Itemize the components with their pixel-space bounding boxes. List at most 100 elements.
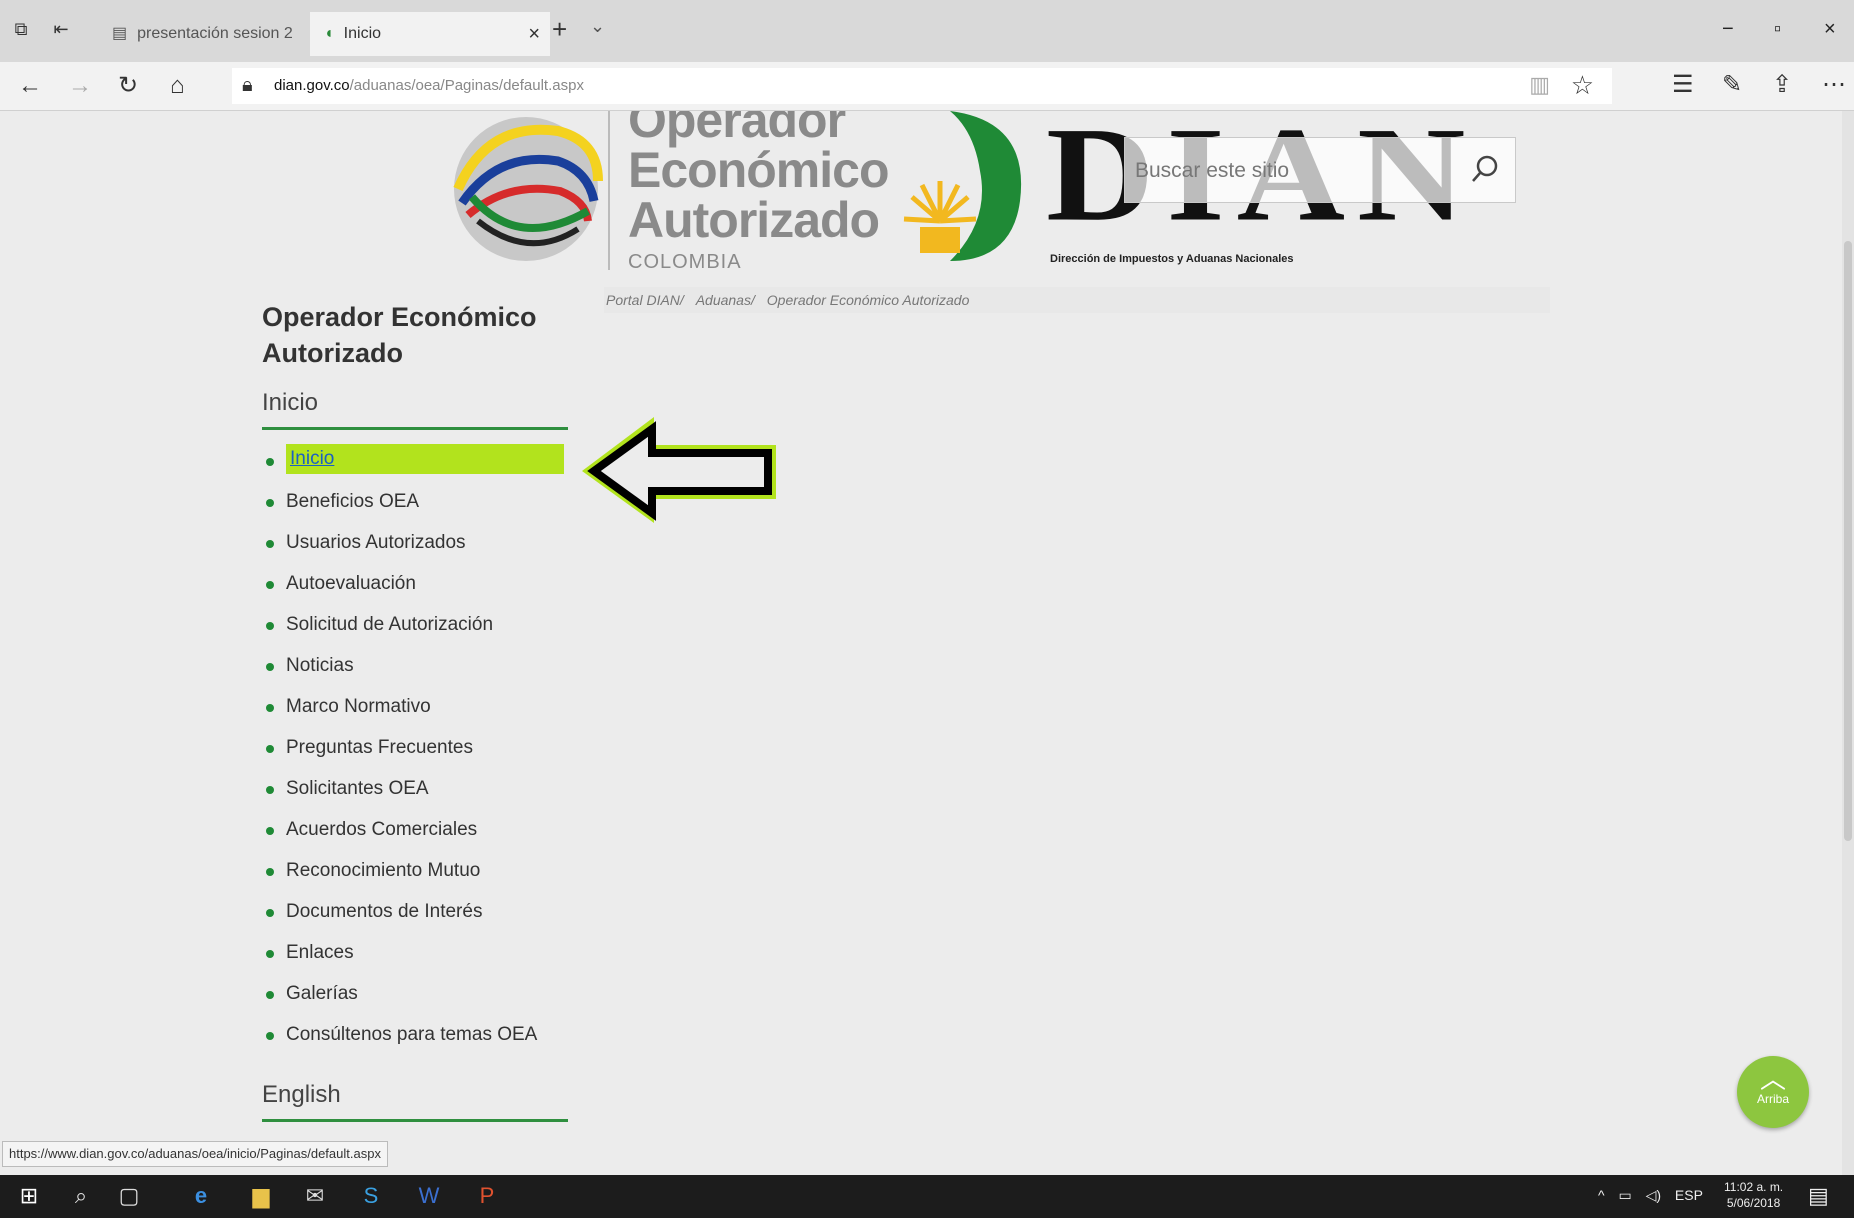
site-title[interactable]: Operador Económico Autorizado bbox=[262, 299, 572, 371]
breadcrumb-current: Operador Económico Autorizado bbox=[766, 292, 970, 308]
favorites-hub-icon[interactable]: ☰ bbox=[1672, 70, 1694, 99]
url-domain: dian.gov.co bbox=[274, 77, 350, 94]
nav-item-solicitantes[interactable]: Solicitantes OEA bbox=[262, 772, 572, 813]
nav-item-label[interactable]: Inicio bbox=[286, 444, 564, 474]
url-path: /aduanas/oea/Paginas/default.aspx bbox=[349, 77, 584, 94]
nav-item-autoevaluacion[interactable]: Autoevaluación bbox=[262, 567, 572, 608]
bullet bbox=[266, 991, 274, 999]
nav-item-label[interactable]: Solicitantes OEA bbox=[286, 778, 429, 799]
tabs-aside-icon[interactable]: ⇤ bbox=[50, 18, 72, 40]
search-input[interactable] bbox=[1133, 152, 1457, 190]
nav-item-noticias[interactable]: Noticias bbox=[262, 649, 572, 690]
search-icon[interactable] bbox=[1465, 148, 1505, 192]
task-view-icon[interactable]: ▢ bbox=[114, 1181, 144, 1211]
bullet bbox=[266, 827, 274, 835]
nav-item-label[interactable]: Marco Normativo bbox=[286, 696, 431, 717]
clock[interactable]: 11:02 a. m. 5/06/2018 bbox=[1724, 1179, 1783, 1211]
favorite-star-icon[interactable]: ☆ bbox=[1571, 70, 1594, 101]
minimize-button[interactable]: − bbox=[1722, 18, 1734, 41]
nav-item-label[interactable]: Enlaces bbox=[286, 942, 354, 963]
english-heading[interactable]: English bbox=[262, 1081, 568, 1122]
oea-country: COLOMBIA bbox=[628, 251, 742, 273]
nav-item-label[interactable]: Documentos de Interés bbox=[286, 901, 482, 922]
nav-item-acuerdos[interactable]: Acuerdos Comerciales bbox=[262, 813, 572, 854]
nav-item-marco-normativo[interactable]: Marco Normativo bbox=[262, 690, 572, 731]
lock-icon: 🔒︎ bbox=[242, 74, 253, 96]
nav-item-preguntas[interactable]: Preguntas Frecuentes bbox=[262, 731, 572, 772]
more-icon[interactable]: ⋯ bbox=[1822, 70, 1846, 99]
address-toolbar: ← → ↻ ⌂ 🔒︎ dian.gov.co/aduanas/oea/Pagin… bbox=[0, 62, 1854, 111]
share-icon[interactable]: ⇪ bbox=[1772, 70, 1792, 99]
nav-item-consultenos[interactable]: Consúltenos para temas OEA bbox=[262, 1018, 572, 1059]
search-icon[interactable]: ⌕ bbox=[66, 1181, 96, 1211]
nav-item-label[interactable]: Autoevaluación bbox=[286, 573, 416, 594]
nav-item-label[interactable]: Solicitud de Autorización bbox=[286, 614, 493, 635]
nav-item-label[interactable]: Galerías bbox=[286, 983, 358, 1004]
left-navigation: Operador Económico Autorizado Inicio Ini… bbox=[262, 299, 572, 1122]
file-explorer-icon[interactable]: ▆ bbox=[246, 1181, 276, 1211]
section-heading[interactable]: Inicio bbox=[262, 389, 568, 430]
nav-item-label[interactable]: Preguntas Frecuentes bbox=[286, 737, 473, 758]
skype-icon[interactable]: S bbox=[356, 1181, 386, 1211]
oea-logo bbox=[453, 117, 603, 261]
bullet bbox=[266, 581, 274, 589]
windows-taskbar: ⊞ ⌕ ▢ e ▆ ✉ S W P ^ ▭ ◁) ESP 11:02 a. m.… bbox=[0, 1175, 1854, 1218]
nav-item-usuarios[interactable]: Usuarios Autorizados bbox=[262, 526, 572, 567]
nav-item-solicitud[interactable]: Solicitud de Autorización bbox=[262, 608, 572, 649]
set-tabs-aside-icon[interactable]: ⧉ bbox=[10, 18, 32, 40]
nav-item-beneficios[interactable]: Beneficios OEA bbox=[262, 485, 572, 526]
nav-item-label[interactable]: Beneficios OEA bbox=[286, 491, 419, 512]
nav-item-galerias[interactable]: Galerías bbox=[262, 977, 572, 1018]
bullet bbox=[266, 499, 274, 507]
bullet bbox=[266, 458, 274, 466]
close-tab-icon[interactable]: × bbox=[528, 12, 540, 56]
breadcrumb-portal-dian[interactable]: Portal DIAN/ bbox=[606, 292, 684, 308]
back-to-top-button[interactable]: ︿ Arriba bbox=[1737, 1056, 1809, 1128]
language-indicator[interactable]: ESP bbox=[1675, 1187, 1703, 1203]
breadcrumb-aduanas[interactable]: Aduanas/ bbox=[696, 292, 755, 308]
word-icon[interactable]: W bbox=[414, 1181, 444, 1211]
volume-icon[interactable]: ◁) bbox=[1646, 1187, 1661, 1203]
web-note-icon[interactable]: ✎ bbox=[1722, 70, 1742, 99]
mail-icon[interactable]: ✉ bbox=[300, 1181, 330, 1211]
back-arrow-icon[interactable]: ← bbox=[18, 72, 42, 100]
address-bar[interactable]: 🔒︎ dian.gov.co/aduanas/oea/Paginas/defau… bbox=[232, 68, 1612, 104]
network-icon[interactable]: ▭ bbox=[1618, 1187, 1631, 1203]
home-icon[interactable]: ⌂ bbox=[170, 72, 185, 100]
refresh-icon[interactable]: ↻ bbox=[118, 72, 138, 100]
nav-item-label[interactable]: Usuarios Autorizados bbox=[286, 532, 466, 553]
chevron-up-icon[interactable]: ^ bbox=[1598, 1187, 1605, 1203]
powerpoint-icon[interactable]: P bbox=[472, 1181, 502, 1211]
forward-arrow-icon[interactable]: → bbox=[68, 72, 92, 100]
nav-item-reconocimiento[interactable]: Reconocimiento Mutuo bbox=[262, 854, 572, 895]
tab-presentacion[interactable]: ▤presentación sesion 2 julio bbox=[112, 12, 302, 86]
close-window-button[interactable]: × bbox=[1824, 18, 1836, 41]
scrollbar-thumb[interactable] bbox=[1844, 241, 1852, 841]
new-tab-button[interactable]: + bbox=[552, 14, 567, 45]
url-text[interactable]: dian.gov.co/aduanas/oea/Paginas/default.… bbox=[274, 77, 584, 94]
edge-icon[interactable]: e bbox=[186, 1181, 216, 1211]
browser-title-bar: ⧉ ⇤ ▤presentación sesion 2 julio ◖ Inicio… bbox=[0, 0, 1854, 86]
tab-label: Inicio bbox=[343, 25, 382, 42]
bullet bbox=[266, 745, 274, 753]
nav-item-label[interactable]: Noticias bbox=[286, 655, 354, 676]
reading-view-icon[interactable]: ▥ bbox=[1529, 72, 1550, 98]
tab-inicio[interactable]: ◖ Inicio × bbox=[310, 12, 550, 56]
nav-item-label[interactable]: Consúltenos para temas OEA bbox=[286, 1024, 537, 1045]
action-center-icon[interactable]: ▤ bbox=[1808, 1183, 1829, 1209]
nav-item-enlaces[interactable]: Enlaces bbox=[262, 936, 572, 977]
site-search bbox=[1124, 137, 1516, 203]
back-to-top-label: Arriba bbox=[1756, 1092, 1789, 1106]
nav-item-label[interactable]: Acuerdos Comerciales bbox=[286, 819, 477, 840]
status-bar-url: https://www.dian.gov.co/aduanas/oea/inic… bbox=[2, 1141, 388, 1167]
bullet bbox=[266, 663, 274, 671]
maximize-button[interactable]: ▫ bbox=[1774, 18, 1781, 41]
scrollbar[interactable] bbox=[1842, 111, 1854, 1175]
dian-subtitle: Dirección de Impuestos y Aduanas Naciona… bbox=[1050, 253, 1294, 265]
windows-start-icon[interactable]: ⊞ bbox=[14, 1181, 44, 1211]
chevron-up-icon: ︿ bbox=[1759, 1064, 1786, 1094]
nav-item-inicio[interactable]: Inicio bbox=[262, 444, 572, 485]
tab-list-button[interactable]: ⌄ bbox=[590, 16, 605, 37]
nav-item-label[interactable]: Reconocimiento Mutuo bbox=[286, 860, 480, 881]
nav-item-documentos[interactable]: Documentos de Interés bbox=[262, 895, 572, 936]
